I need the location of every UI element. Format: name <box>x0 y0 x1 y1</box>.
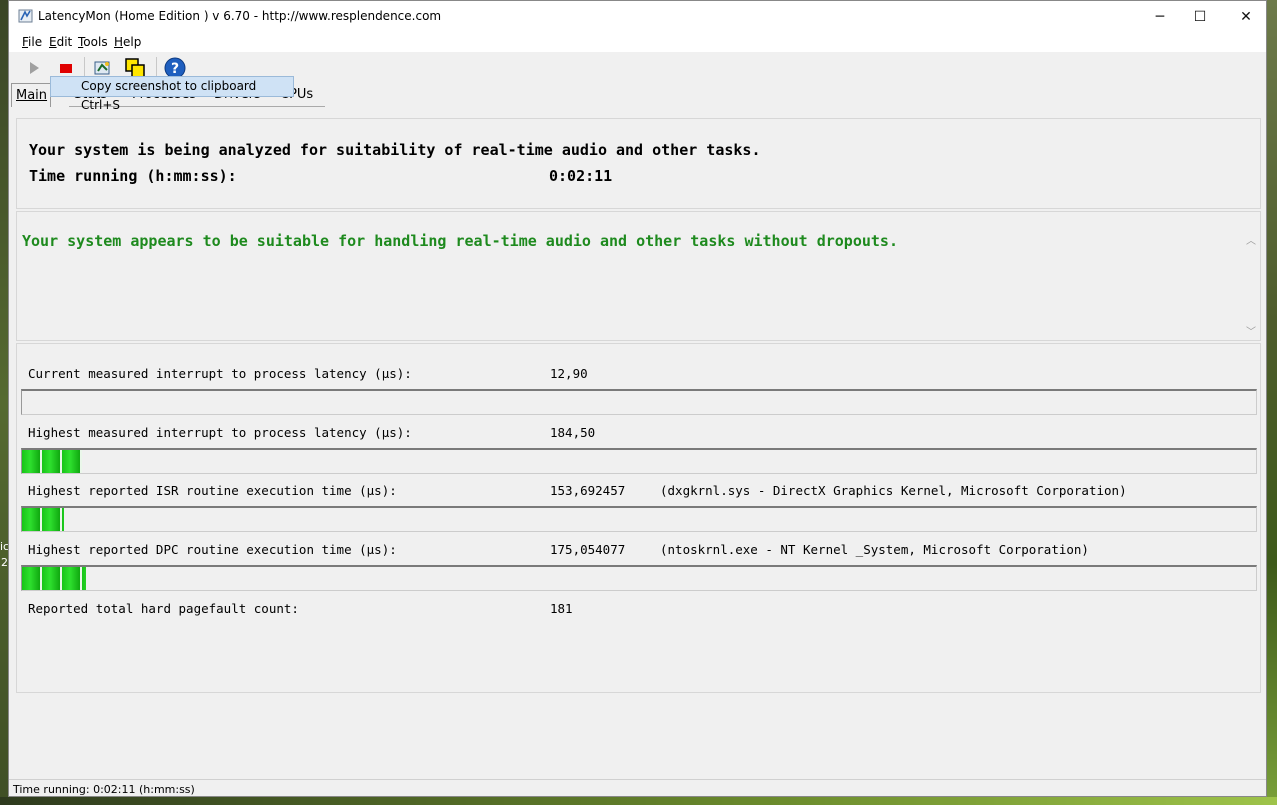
highest-latency-value: 184,50 <box>550 425 596 440</box>
menu-tools[interactable]: Tools <box>78 35 108 49</box>
close-button[interactable]: ✕ <box>1223 1 1269 32</box>
svg-text:?: ? <box>171 61 179 77</box>
maximize-button[interactable]: ☐ <box>1177 1 1223 32</box>
bar-fill <box>22 508 64 531</box>
desktop-glyph: 2 <box>1 556 8 569</box>
desktop-background-right <box>1267 0 1277 805</box>
dpc-time-value: 175,054077 <box>550 542 626 557</box>
analysis-message: Your system is being analyzed for suitab… <box>29 141 761 159</box>
title-bar[interactable]: LatencyMon (Home Edition ) v 6.70 - http… <box>9 1 1266 32</box>
window-title: LatencyMon (Home Edition ) v 6.70 - http… <box>38 9 442 23</box>
desktop-background-left <box>0 0 8 805</box>
isr-time-bar <box>21 506 1257 532</box>
current-latency-bar <box>21 389 1257 415</box>
current-latency-label: Current measured interrupt to process la… <box>28 366 412 381</box>
verdict-panel: Your system appears to be suitable for h… <box>16 211 1261 341</box>
scroll-down-icon[interactable]: ﹀ <box>1246 323 1256 338</box>
pagefault-label: Reported total hard pagefault count: <box>28 601 299 616</box>
tab-main[interactable]: Main <box>11 83 51 107</box>
scroll-up-icon[interactable]: ︿ <box>1246 232 1256 247</box>
verdict-scrollbar[interactable]: ︿ ﹀ <box>1244 228 1258 338</box>
play-icon[interactable] <box>23 57 45 79</box>
status-bar: Time running: 0:02:11 (h:mm:ss) <box>9 779 1266 798</box>
latencymon-window: LatencyMon (Home Edition ) v 6.70 - http… <box>8 0 1267 797</box>
highest-latency-bar <box>21 448 1257 474</box>
isr-driver-detail: (dxgkrnl.sys - DirectX Graphics Kernel, … <box>660 483 1127 498</box>
current-latency-value: 12,90 <box>550 366 588 381</box>
menu-bar: File Edit Tools Help <box>9 32 1266 52</box>
time-running-label: Time running (h:mm:ss): <box>29 167 237 185</box>
status-text: Time running: 0:02:11 (h:mm:ss) <box>13 783 195 796</box>
analysis-panel: Your system is being analyzed for suitab… <box>16 118 1261 209</box>
highest-latency-label: Highest measured interrupt to process la… <box>28 425 412 440</box>
menu-help[interactable]: Help <box>114 35 141 49</box>
pagefault-value: 181 <box>550 601 573 616</box>
isr-time-label: Highest reported ISR routine execution t… <box>28 483 397 498</box>
menu-file[interactable]: File <box>22 35 42 49</box>
metrics-panel: Current measured interrupt to process la… <box>16 343 1261 693</box>
toolbar-tooltip: Copy screenshot to clipboard Ctrl+S <box>50 76 294 112</box>
latencymon-app-icon <box>18 9 33 23</box>
dpc-driver-detail: (ntoskrnl.exe - NT Kernel _System, Micro… <box>660 542 1089 557</box>
time-running-value: 0:02:11 <box>549 167 613 185</box>
menu-edit[interactable]: Edit <box>49 35 72 49</box>
verdict-message: Your system appears to be suitable for h… <box>22 232 898 250</box>
bar-fill <box>22 450 83 473</box>
bar-fill <box>22 567 87 590</box>
dpc-time-bar <box>21 565 1257 591</box>
isr-time-value: 153,692457 <box>550 483 626 498</box>
dpc-time-label: Highest reported DPC routine execution t… <box>28 542 397 557</box>
desktop-background-bottom <box>0 797 1277 805</box>
